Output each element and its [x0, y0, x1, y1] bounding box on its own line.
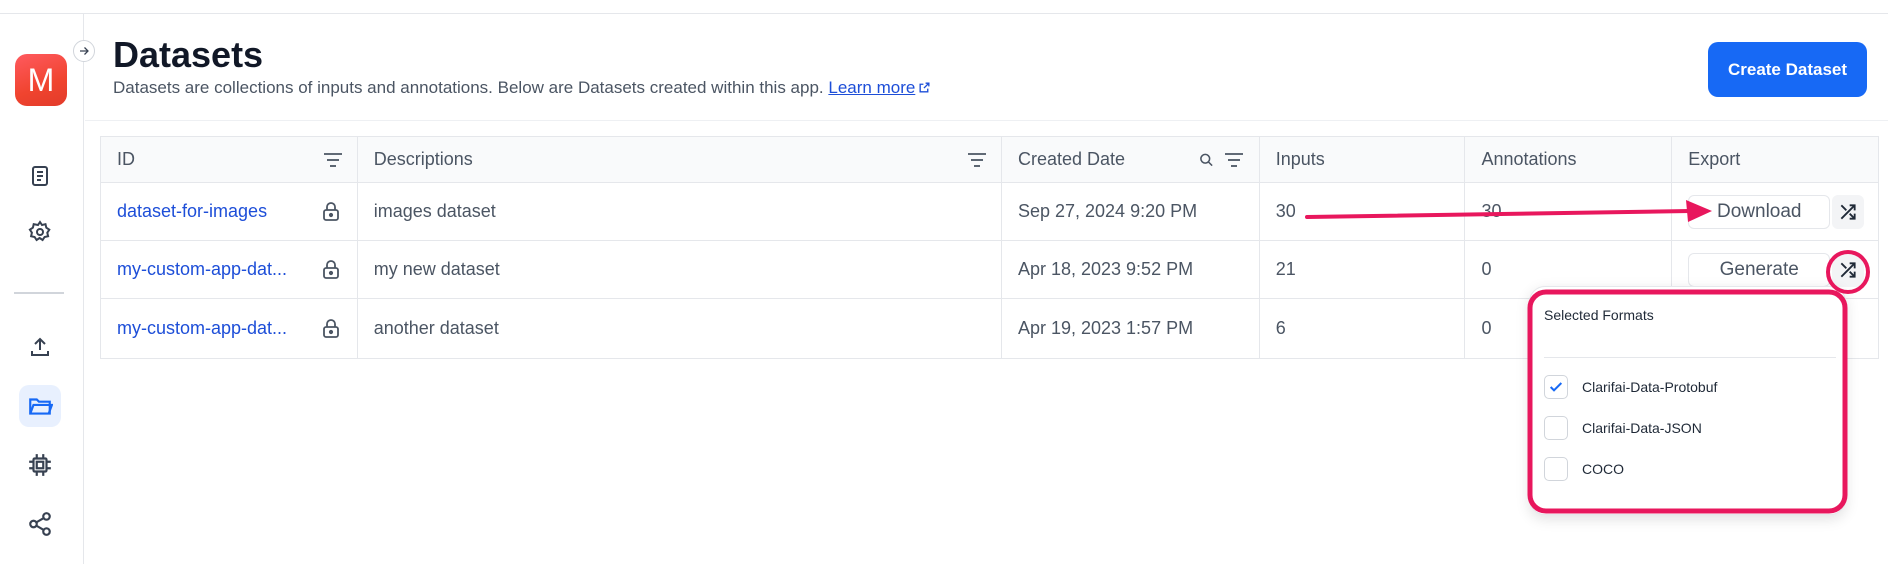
- column-label: Descriptions: [373, 149, 473, 169]
- sidebar-item-upload[interactable]: [19, 326, 61, 368]
- download-button[interactable]: Download: [1688, 194, 1831, 229]
- dataset-id-link[interactable]: my-custom-app-dat...: [117, 318, 287, 339]
- sidebar-item-workflows[interactable]: [19, 503, 61, 545]
- description-cell: images dataset: [358, 183, 1002, 240]
- check-icon: [1549, 382, 1563, 392]
- filter-icon[interactable]: [1224, 152, 1244, 168]
- subtitle-text: Datasets are collections of inputs and a…: [113, 78, 824, 97]
- generate-button[interactable]: Generate: [1688, 252, 1831, 287]
- shuffle-icon: [1840, 203, 1856, 220]
- page-subtitle: Datasets are collections of inputs and a…: [113, 78, 931, 98]
- arrow-right-icon: [80, 47, 89, 55]
- sidebar-collapse-button[interactable]: [73, 40, 95, 62]
- column-label: Export: [1688, 149, 1741, 169]
- gear-icon: [28, 220, 51, 242]
- created-date-text: Sep 27, 2024 9:20 PM: [1017, 201, 1198, 221]
- sidebar: M: [0, 14, 84, 564]
- filter-icon[interactable]: [323, 152, 343, 168]
- checkbox[interactable]: [1544, 416, 1568, 440]
- sidebar-item-datasets[interactable]: [19, 385, 61, 427]
- header-divider: [85, 120, 1888, 121]
- export-controls: Generate: [1688, 252, 1865, 287]
- column-label: ID: [117, 149, 135, 169]
- create-dataset-button[interactable]: Create Dataset: [1708, 42, 1867, 97]
- column-label: Created Date: [1017, 149, 1126, 169]
- avatar-letter: M: [27, 61, 55, 98]
- dataset-id-cell: dataset-for-images: [101, 183, 358, 240]
- filter-icon[interactable]: [967, 152, 987, 168]
- column-header-inputs: Inputs: [1260, 137, 1466, 182]
- dropdown-title: Selected Formats: [1544, 307, 1654, 323]
- table-header-row: ID Descriptions Created Date Inputs Anno…: [101, 137, 1878, 183]
- created-date-cell: Apr 18, 2023 9:52 PM: [1002, 241, 1260, 298]
- export-cell: Download: [1672, 183, 1878, 240]
- lock-icon: [322, 201, 339, 221]
- description-text: my new dataset: [373, 259, 500, 279]
- export-format-button[interactable]: [1832, 252, 1865, 287]
- export-controls: Download: [1688, 194, 1865, 229]
- column-header-export: Export: [1672, 137, 1878, 182]
- lock-icon: [322, 318, 339, 338]
- search-icon[interactable]: [1199, 152, 1214, 167]
- page-title: Datasets: [113, 34, 264, 75]
- sidebar-item-settings[interactable]: [19, 211, 61, 253]
- inputs-count: 30: [1275, 201, 1296, 221]
- export-format-button[interactable]: [1832, 194, 1865, 229]
- chip-icon: [29, 454, 51, 476]
- export-format-dropdown: Selected Formats Clarifai-Data-Protobuf …: [1529, 286, 1846, 515]
- learn-more-link[interactable]: Learn more: [828, 78, 931, 97]
- annotations-count: 0: [1481, 259, 1492, 279]
- annotations-cell: 30: [1465, 183, 1673, 240]
- column-header-descriptions: Descriptions: [358, 137, 1002, 182]
- annotations-count: 30: [1481, 201, 1502, 221]
- column-header-id: ID: [101, 137, 358, 182]
- sidebar-item-overview[interactable]: [19, 155, 61, 197]
- dataset-id-link[interactable]: my-custom-app-dat...: [117, 259, 287, 280]
- format-option-json[interactable]: Clarifai-Data-JSON: [1544, 416, 1702, 440]
- description-cell: my new dataset: [358, 241, 1002, 298]
- top-border: [0, 0, 1888, 14]
- created-date-text: Apr 19, 2023 1:57 PM: [1017, 318, 1194, 338]
- description-text: another dataset: [373, 318, 499, 338]
- checkbox[interactable]: [1544, 457, 1568, 481]
- column-label: Annotations: [1481, 149, 1577, 169]
- inputs-cell: 6: [1260, 299, 1466, 358]
- sidebar-divider: [14, 292, 64, 294]
- format-option-label: Clarifai-Data-JSON: [1582, 420, 1702, 436]
- learn-more-label: Learn more: [828, 78, 916, 97]
- table-row: dataset-for-images images dataset Sep 27…: [101, 183, 1878, 241]
- dataset-id-link[interactable]: dataset-for-images: [117, 201, 267, 222]
- annotations-count: 0: [1481, 318, 1492, 338]
- description-cell: another dataset: [358, 299, 1002, 358]
- share-icon: [29, 512, 51, 536]
- format-option-protobuf[interactable]: Clarifai-Data-Protobuf: [1544, 375, 1717, 399]
- inputs-cell: 30: [1260, 183, 1466, 240]
- format-option-label: COCO: [1582, 461, 1624, 477]
- dataset-id-cell: my-custom-app-dat...: [101, 241, 358, 298]
- dataset-id-cell: my-custom-app-dat...: [101, 299, 358, 358]
- shuffle-icon: [1840, 261, 1856, 278]
- format-option-coco[interactable]: COCO: [1544, 457, 1624, 481]
- app-avatar[interactable]: M: [15, 54, 67, 106]
- description-text: images dataset: [373, 201, 496, 221]
- inputs-count: 21: [1275, 259, 1296, 279]
- upload-icon: [31, 337, 49, 356]
- dropdown-divider: [1544, 357, 1836, 358]
- inputs-count: 6: [1275, 318, 1286, 338]
- lock-icon: [322, 259, 339, 279]
- column-header-created-date: Created Date: [1002, 137, 1260, 182]
- sidebar-item-compute[interactable]: [19, 444, 61, 486]
- column-label: Inputs: [1275, 149, 1325, 169]
- inputs-cell: 21: [1260, 241, 1466, 298]
- created-date-cell: Sep 27, 2024 9:20 PM: [1002, 183, 1260, 240]
- created-date-text: Apr 18, 2023 9:52 PM: [1017, 259, 1194, 279]
- document-icon: [32, 166, 48, 186]
- column-header-annotations: Annotations: [1465, 137, 1673, 182]
- folder-icon: [29, 398, 53, 415]
- external-link-icon: [919, 82, 930, 93]
- created-date-cell: Apr 19, 2023 1:57 PM: [1002, 299, 1260, 358]
- checkbox[interactable]: [1544, 375, 1568, 399]
- format-option-label: Clarifai-Data-Protobuf: [1582, 379, 1718, 395]
